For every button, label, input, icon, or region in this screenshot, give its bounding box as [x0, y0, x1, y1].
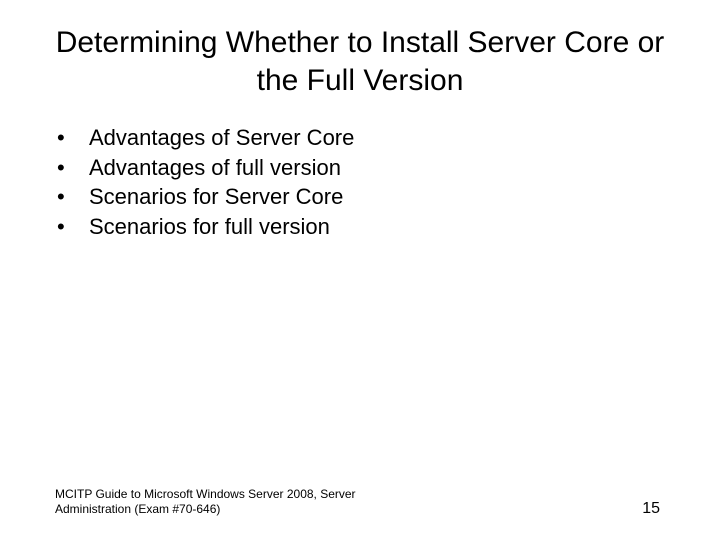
slide-footer: MCITP Guide to Microsoft Windows Server … [0, 487, 720, 518]
bullet-list: • Advantages of Server Core • Advantages… [55, 123, 720, 242]
slide-body: • Advantages of Server Core • Advantages… [0, 99, 720, 242]
footer-text: MCITP Guide to Microsoft Windows Server … [55, 487, 365, 518]
bullet-text: Scenarios for Server Core [89, 182, 720, 212]
list-item: • Scenarios for Server Core [55, 182, 720, 212]
bullet-icon: • [55, 123, 89, 153]
list-item: • Scenarios for full version [55, 212, 720, 242]
bullet-icon: • [55, 212, 89, 242]
bullet-icon: • [55, 153, 89, 183]
list-item: • Advantages of Server Core [55, 123, 720, 153]
list-item: • Advantages of full version [55, 153, 720, 183]
bullet-icon: • [55, 182, 89, 212]
page-number: 15 [642, 500, 660, 518]
bullet-text: Scenarios for full version [89, 212, 720, 242]
slide-title: Determining Whether to Install Server Co… [0, 0, 720, 99]
bullet-text: Advantages of full version [89, 153, 720, 183]
bullet-text: Advantages of Server Core [89, 123, 720, 153]
